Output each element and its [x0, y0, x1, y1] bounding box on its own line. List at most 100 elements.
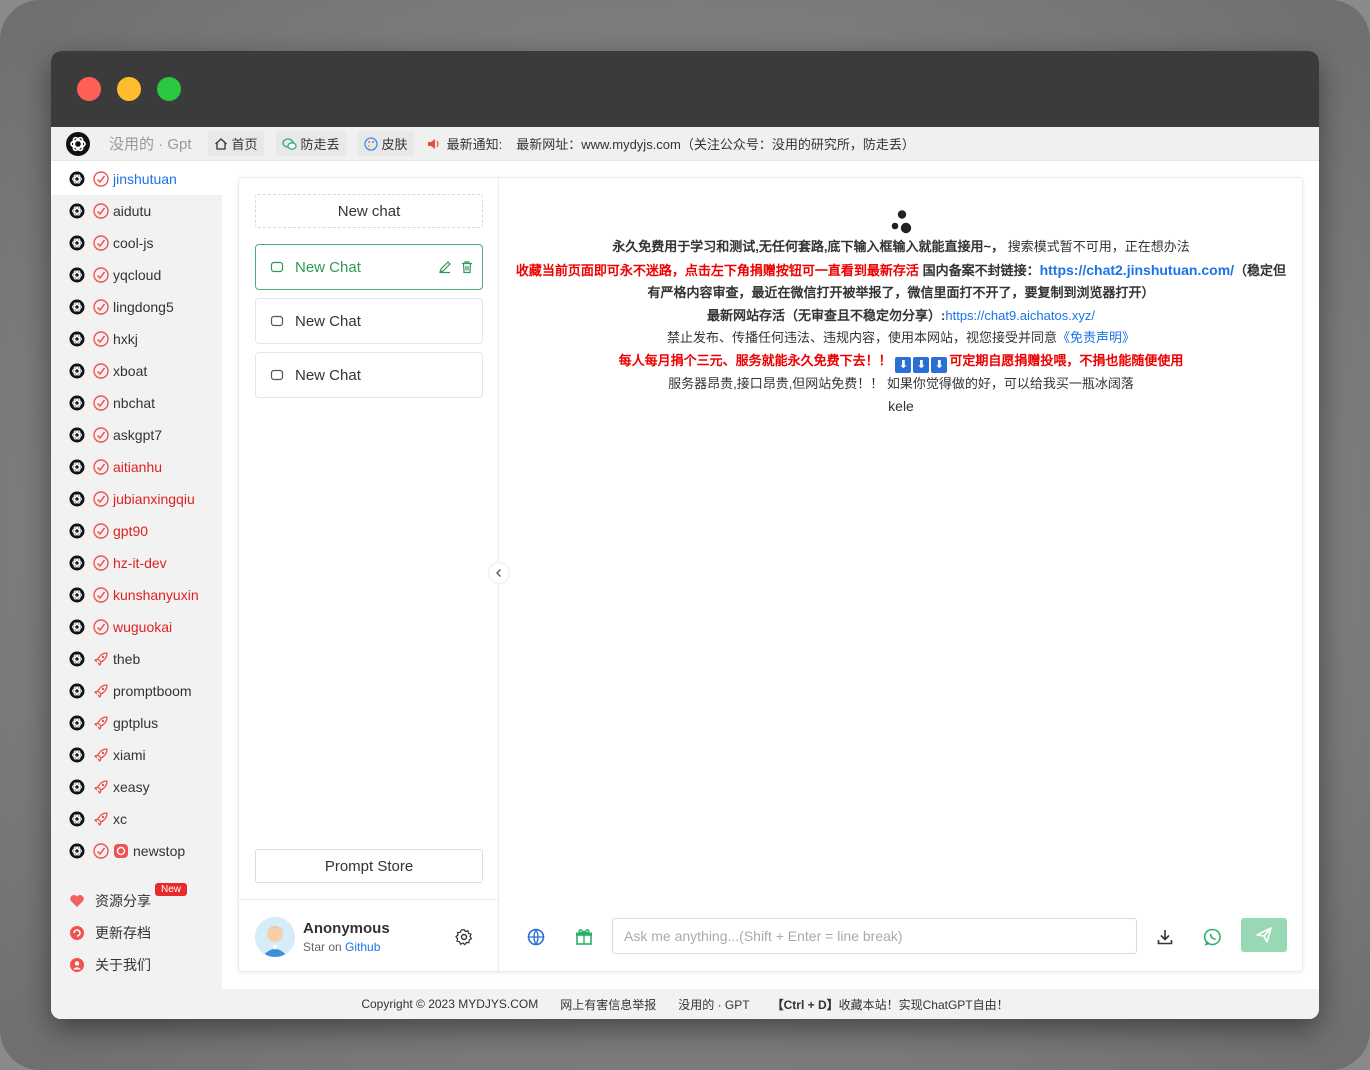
chat-item[interactable]: New Chat	[255, 352, 483, 398]
mirror-link-1[interactable]: https://chat2.jinshutuan.com/	[1040, 262, 1234, 278]
sidebar-about-us[interactable]: 关于我们	[51, 949, 222, 981]
openai-icon	[69, 715, 85, 731]
chat-input[interactable]	[612, 918, 1137, 954]
nav-skin-button[interactable]: 皮肤	[357, 131, 414, 156]
user-name: Anonymous	[303, 919, 390, 937]
openai-icon	[69, 683, 85, 699]
github-link[interactable]: Github	[345, 940, 380, 954]
check-circle-icon	[93, 171, 109, 187]
gift-icon[interactable]	[574, 927, 594, 947]
sidebar-resource-share[interactable]: 资源分享 New	[51, 883, 222, 917]
sidebar-item-label: yqcloud	[113, 267, 162, 283]
sidebar-item-gpt90[interactable]: gpt90	[51, 515, 222, 547]
sidebar-item-label: xc	[113, 811, 127, 827]
check-circle-icon	[93, 299, 109, 315]
sidebar-item-label: wuguokai	[113, 619, 173, 635]
sidebar-list: jinshutuan aidutu cool-js yqcloud lingdong5 h…	[51, 163, 222, 867]
minimize-window-button[interactable]	[117, 77, 141, 101]
web-search-icon[interactable]	[526, 927, 546, 947]
sidebar-item-gptplus[interactable]: gptplus	[51, 707, 222, 739]
user-profile: Anonymous Star on Github	[239, 899, 499, 973]
sidebar-item-label: cool-js	[113, 235, 154, 251]
intro-line-2-red: 收藏当前页面即可永不迷路，点击左下角捐赠按钮可一直看到最新存活	[515, 262, 919, 278]
top-nav: 没用的 · Gpt 首页 防走丢 皮肤 最新通知: 最新网址：www.mydyj…	[51, 127, 1319, 161]
sidebar-item-label: aidutu	[113, 203, 152, 219]
openai-icon	[69, 619, 85, 635]
sidebar-item-lingdong5[interactable]: lingdong5	[51, 291, 222, 323]
sidebar-item-hz-it-dev[interactable]: hz-it-dev	[51, 547, 222, 579]
check-circle-icon	[93, 203, 109, 219]
send-icon	[1256, 927, 1272, 943]
openai-icon	[69, 491, 85, 507]
gear-icon[interactable]	[455, 928, 473, 946]
sidebar-item-newstop[interactable]: newstop	[51, 835, 222, 867]
intro-line-8: kele	[888, 398, 914, 414]
check-circle-icon	[93, 267, 109, 283]
chat-item-active[interactable]: New Chat	[255, 244, 483, 290]
openai-icon	[69, 363, 85, 379]
chat-item[interactable]: New Chat	[255, 298, 483, 344]
openai-icon	[69, 779, 85, 795]
new-chat-button[interactable]: New chat	[255, 194, 483, 228]
intro-line-6: 每人每月捐个三元、服务就能永久免费下去！！ ⬇ ⬇ ⬇ 可定期自愿捐赠投喂，不捐也能随…	[510, 350, 1292, 373]
sidebar-item-nbchat[interactable]: nbchat	[51, 387, 222, 419]
send-button[interactable]	[1241, 918, 1287, 952]
sidebar-item-askgpt7[interactable]: askgpt7	[51, 419, 222, 451]
intro-line-6a: 每人每月捐个三元、服务就能永久免费下去！！	[618, 352, 892, 368]
sidebar-item-kunshanyuxin[interactable]: kunshanyuxin	[51, 579, 222, 611]
chat-item-actions	[438, 260, 474, 274]
sidebar-item-aidutu[interactable]: aidutu	[51, 195, 222, 227]
sidebar-item-hxkj[interactable]: hxkj	[51, 323, 222, 355]
sidebar-item-xc[interactable]: xc	[51, 803, 222, 835]
footer-report-link[interactable]: 网上有害信息举报	[560, 996, 656, 1013]
sidebar-item-label: gpt90	[113, 523, 149, 539]
sidebar-item-theb[interactable]: theb	[51, 643, 222, 675]
download-icon[interactable]	[1155, 927, 1175, 947]
openai-icon	[69, 395, 85, 411]
maximize-window-button[interactable]	[157, 77, 181, 101]
sidebar-item-label: askgpt7	[113, 427, 163, 443]
sidebar-update-archive[interactable]: 更新存档	[51, 917, 222, 949]
chat-item-title: New Chat	[295, 258, 361, 276]
sidebar-item-label: hxkj	[113, 331, 138, 347]
check-circle-icon	[93, 363, 109, 379]
sidebar-item-xboat[interactable]: xboat	[51, 355, 222, 387]
chat-panel: New chat New Chat New Chat New Chat Prom…	[238, 177, 1303, 972]
sidebar-item-cool-js[interactable]: cool-js	[51, 227, 222, 259]
prompt-store-button[interactable]: Prompt Store	[255, 849, 483, 883]
sidebar-bottom: 资源分享 New 更新存档 关于我们	[51, 883, 222, 981]
footer-copyright: Copyright © 2023 MYDJYS.COM	[361, 997, 539, 1011]
avatar[interactable]	[255, 916, 295, 957]
close-window-button[interactable]	[77, 77, 101, 101]
check-circle-icon	[93, 843, 109, 859]
intro-line-7: 服务器昂贵,接口昂贵,但网站免费！！ 如果你觉得做的好，可以给我买一瓶冰阔落	[668, 375, 1134, 391]
sidebar-item-wuguokai[interactable]: wuguokai	[51, 611, 222, 643]
sidebar-item-jinshutuan[interactable]: jinshutuan	[51, 163, 222, 195]
nav-anti-lost-button[interactable]: 防走丢	[275, 131, 346, 156]
new-badge: New	[155, 883, 188, 896]
openai-icon	[69, 587, 85, 603]
sidebar-item-label: newstop	[133, 843, 186, 859]
sidebar-item-xiami[interactable]: xiami	[51, 739, 222, 771]
footer-tip-key: 【Ctrl + D】	[771, 997, 839, 1012]
edit-icon[interactable]	[438, 260, 452, 274]
loading-dots-icon	[510, 208, 1292, 236]
sidebar-item-xeasy[interactable]: xeasy	[51, 771, 222, 803]
sidebar-item-aitianhu[interactable]: aitianhu	[51, 451, 222, 483]
nav-skin-label: 皮肤	[381, 137, 408, 152]
openai-icon	[69, 523, 85, 539]
check-circle-icon	[93, 395, 109, 411]
openai-logo-icon[interactable]	[63, 129, 93, 159]
whatsapp-icon[interactable]	[1203, 927, 1223, 947]
nav-home-button[interactable]: 首页	[207, 131, 264, 156]
sidebar-item-promptboom[interactable]: promptboom	[51, 675, 222, 707]
sidebar-item-yqcloud[interactable]: yqcloud	[51, 259, 222, 291]
chat-item-title: New Chat	[295, 366, 361, 384]
sidebar-item-label: kunshanyuxin	[113, 587, 199, 603]
mirror-link-2[interactable]: https://chat9.aichatos.xyz/	[945, 308, 1095, 323]
delete-icon[interactable]	[460, 260, 474, 274]
user-subtitle-prefix: Star on	[303, 939, 346, 954]
openai-icon	[69, 267, 85, 283]
disclaimer-link[interactable]: 《免责声明》	[1057, 330, 1135, 345]
sidebar-item-jubianxingqiu[interactable]: jubianxingqiu	[51, 483, 222, 515]
